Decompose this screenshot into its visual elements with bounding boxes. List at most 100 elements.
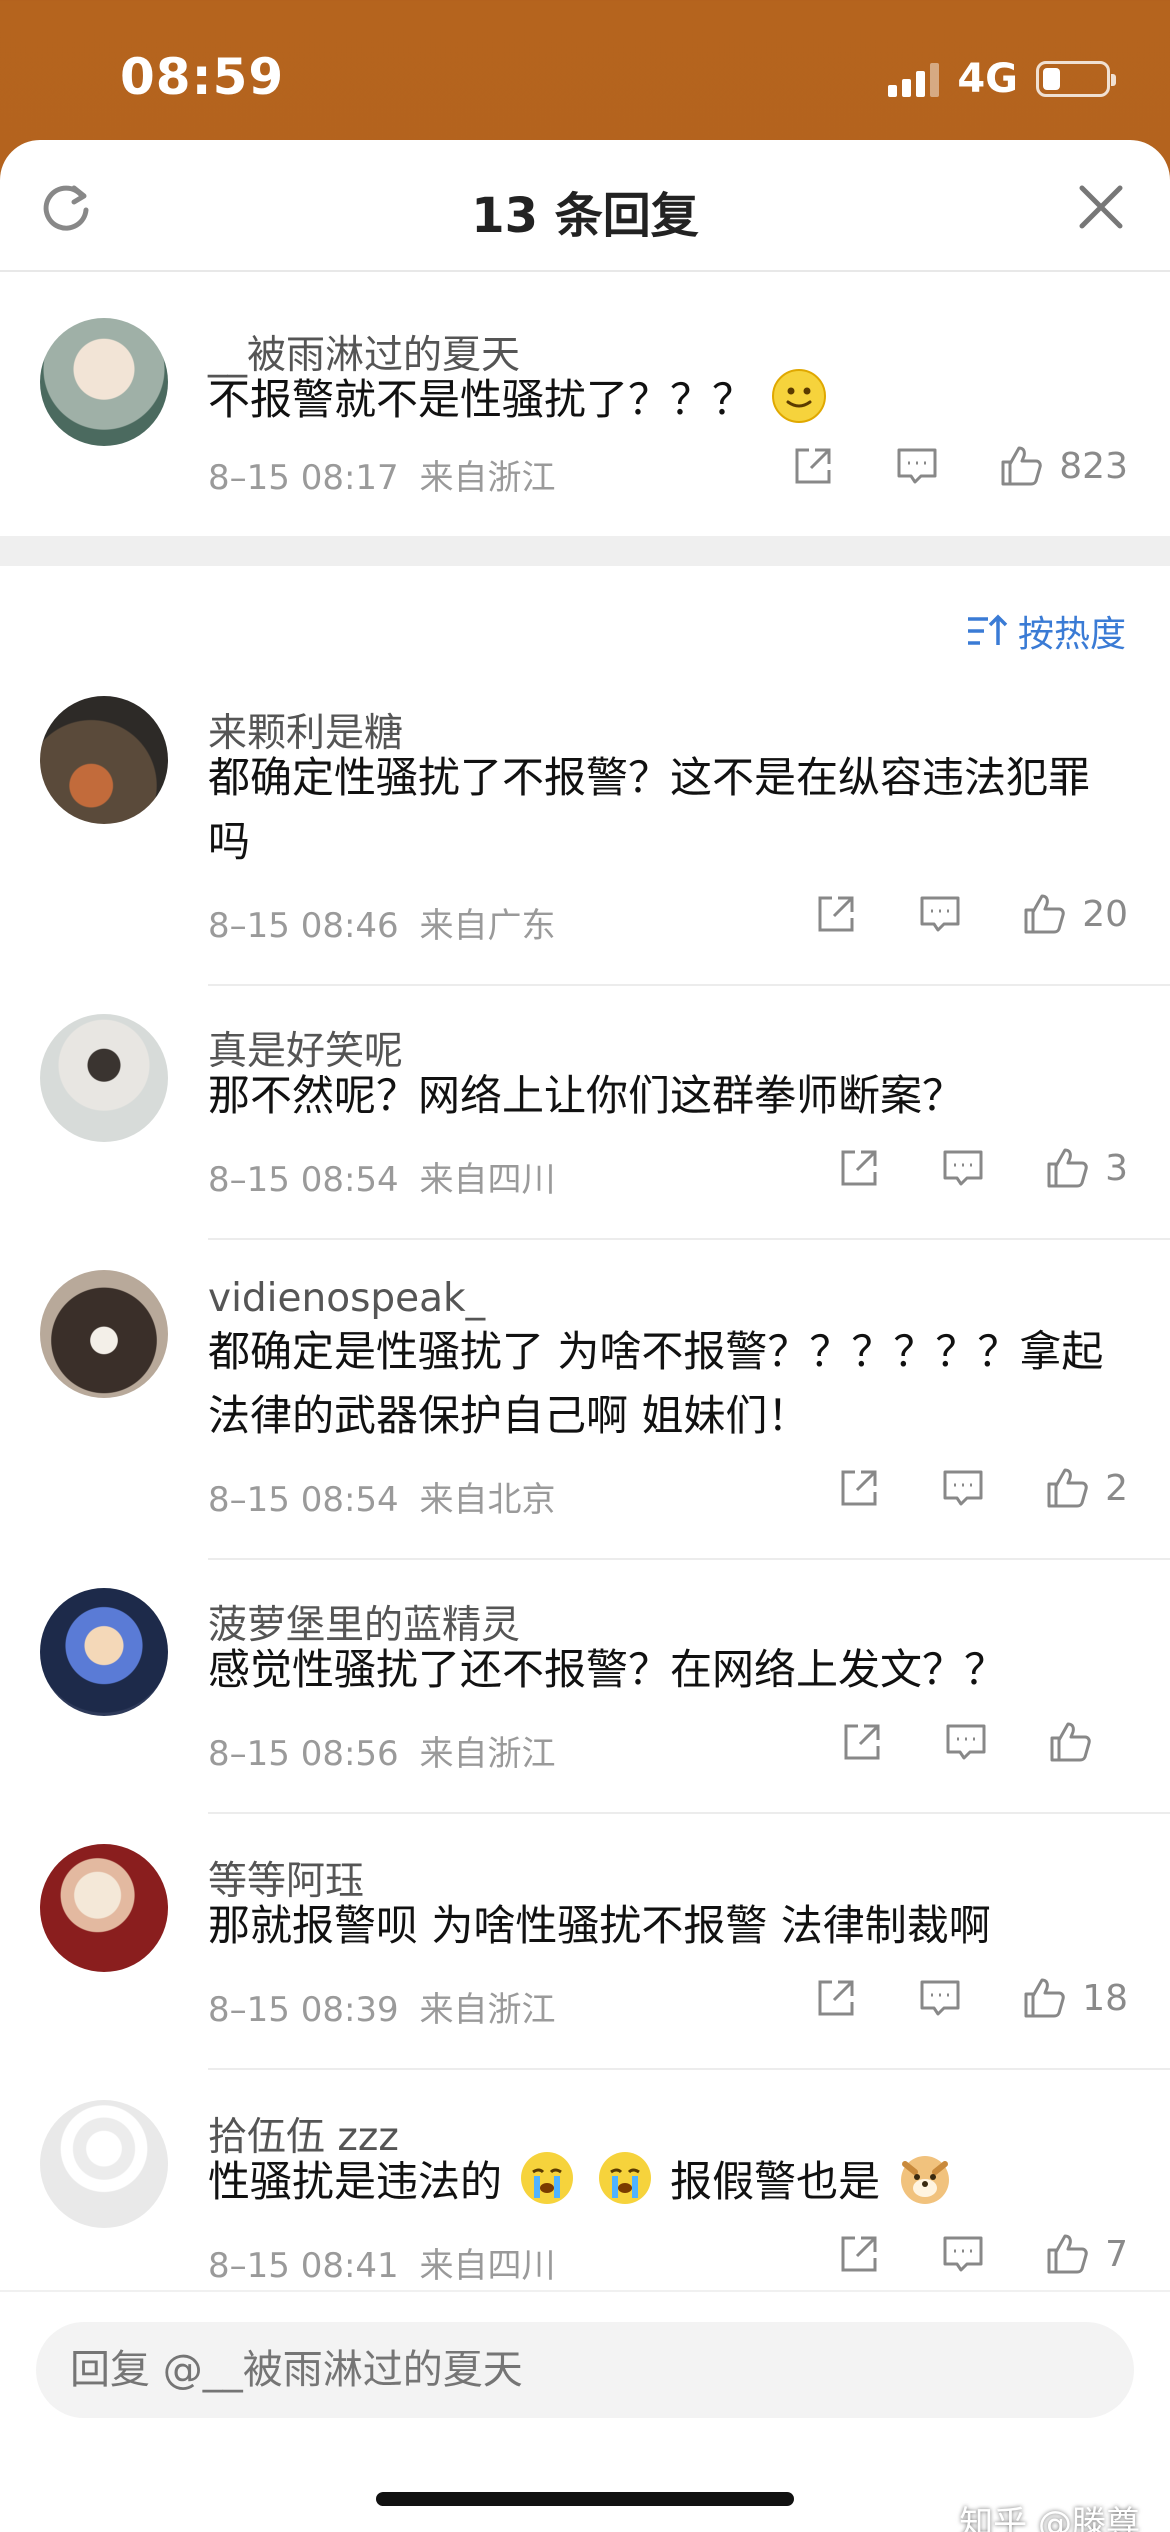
comment-meta: 8–15 08:41 来自四川 [208, 2238, 556, 2287]
sort-icon [967, 614, 1008, 645]
page-title: 13 条回复 [471, 188, 699, 244]
like-icon[interactable] [1043, 1464, 1091, 1512]
signal-icon [888, 61, 940, 97]
row-divider [208, 1812, 1170, 1814]
share-icon[interactable] [812, 890, 860, 938]
comment-text: 都确定是性骚扰了 为啥不报警？？？？？？拿起法律的武器保护自己啊 姐妹们！ [208, 1327, 1104, 1440]
sort-button[interactable]: 按热度 [966, 605, 1126, 657]
avatar[interactable] [40, 1270, 168, 1398]
share-icon[interactable] [835, 1144, 883, 1192]
comment-date: 8–15 08:46 [208, 906, 399, 946]
comment-actions: 20 [812, 890, 1128, 938]
like-count: 18 [1082, 1977, 1128, 2019]
comment-location: 来自浙江 [419, 1990, 556, 2030]
list-item[interactable]: 真是好笑呢 那不然呢？网络上让你们这群拳师断案？ 8–15 08:54 来自四川… [0, 1014, 1170, 1274]
top-comment[interactable]: __被雨淋过的夏天 不报警就不是性骚扰了？？？ 8–15 08:17 来自浙江 … [0, 272, 1170, 536]
home-indicator[interactable] [376, 2492, 794, 2506]
avatar[interactable] [40, 2100, 168, 2228]
like-count: 823 [1059, 445, 1128, 487]
comment-meta: 8–15 08:54 来自北京 [208, 1472, 556, 1521]
comment-text-part: 性骚扰是违法的 [208, 2157, 503, 2206]
share-icon[interactable] [835, 1464, 883, 1512]
like-icon[interactable] [997, 442, 1045, 490]
like-icon[interactable] [1046, 1718, 1094, 1766]
comment-meta: 8–15 08:54 来自四川 [208, 1152, 556, 1201]
comment-text: 那不然呢？网络上让你们这群拳师断案？ [208, 1071, 965, 1120]
comment-meta: 8–15 08:56 来自浙江 [208, 1726, 556, 1775]
comment-icon[interactable] [942, 1718, 990, 1766]
comment-location: 来自浙江 [419, 458, 556, 498]
comment-icon[interactable] [939, 1144, 987, 1192]
comment-actions: 823 [789, 442, 1128, 490]
avatar[interactable] [40, 318, 168, 446]
share-icon[interactable] [789, 442, 837, 490]
comment-icon[interactable] [939, 2230, 987, 2278]
list-item[interactable]: 菠萝堡里的蓝精灵 感觉性骚扰了还不报警？在网络上发文？？ 8–15 08:56 … [0, 1588, 1170, 1848]
row-divider [208, 984, 1170, 986]
commenter-name[interactable]: vidienospeak_ [208, 1276, 485, 1321]
like-count: 7 [1105, 2233, 1128, 2275]
comment-date: 8–15 08:54 [208, 1160, 399, 1200]
reply-input[interactable] [36, 2322, 1134, 2418]
network-label: 4G [957, 56, 1018, 102]
comment-date: 8–15 08:41 [208, 2246, 399, 2286]
comment-actions: 3 [835, 1144, 1128, 1192]
comment-text: 那就报警呗 为啥性骚扰不报警 法律制裁啊 [208, 1901, 991, 1950]
comment-date: 8–15 08:17 [208, 458, 399, 498]
comment-text-part: 报假警也是 [670, 2157, 881, 2206]
close-icon[interactable] [1076, 182, 1126, 232]
share-icon[interactable] [838, 1718, 886, 1766]
avatar[interactable] [40, 1588, 168, 1716]
list-item[interactable]: vidienospeak_ 都确定是性骚扰了 为啥不报警？？？？？？拿起法律的武… [0, 1270, 1170, 1590]
like-icon[interactable] [1020, 1974, 1068, 2022]
comment-icon[interactable] [939, 1464, 987, 1512]
row-divider [208, 1238, 1170, 1240]
comment-actions [838, 1718, 1128, 1766]
comment-date: 8–15 08:54 [208, 1480, 399, 1520]
like-count: 20 [1082, 893, 1128, 935]
like-icon[interactable] [1043, 2230, 1091, 2278]
comment-date: 8–15 08:56 [208, 1734, 399, 1774]
status-bar: 08:59 4G [0, 0, 1170, 150]
comment-text: 都确定性骚扰了不报警？这不是在纵容违法犯罪吗 [208, 753, 1091, 866]
crying-emoji-icon [521, 2152, 574, 2204]
row-divider [208, 2068, 1170, 2070]
like-icon[interactable] [1043, 1144, 1091, 1192]
comment-date: 8–15 08:39 [208, 1990, 399, 2030]
comment-actions: 7 [835, 2230, 1128, 2278]
list-item[interactable]: 来颗利是糖 都确定性骚扰了不报警？这不是在纵容违法犯罪吗 8–15 08:46 … [0, 696, 1170, 1026]
comment-icon[interactable] [916, 1974, 964, 2022]
comment-meta: 8–15 08:46 来自广东 [208, 898, 556, 947]
list-item[interactable]: 等等阿珏 那就报警呗 为啥性骚扰不报警 法律制裁啊 8–15 08:39 来自浙… [0, 1844, 1170, 2104]
sort-label: 按热度 [1017, 614, 1126, 655]
watermark: 知乎 @滕尊 [959, 2504, 1140, 2532]
comment-text: 不报警就不是性骚扰了？？？ [208, 368, 1110, 432]
comment-icon[interactable] [916, 890, 964, 938]
comment-actions: 2 [835, 1464, 1128, 1512]
share-icon[interactable] [812, 1974, 860, 2022]
row-divider [208, 1558, 1170, 1560]
comment-location: 来自四川 [419, 2246, 556, 2286]
like-count: 2 [1105, 1467, 1128, 1509]
comment-location: 来自浙江 [419, 1734, 556, 1774]
comment-meta: 8–15 08:39 来自浙江 [208, 1982, 556, 2031]
comment-location: 来自广东 [419, 906, 556, 946]
comment-text-body: 不报警就不是性骚扰了？？？ [208, 375, 755, 424]
avatar[interactable] [40, 696, 168, 824]
avatar[interactable] [40, 1014, 168, 1142]
comment-icon[interactable] [893, 442, 941, 490]
comment-location: 来自四川 [419, 1160, 556, 1200]
section-divider [0, 536, 1170, 566]
list-item[interactable]: 拾伍伍 zzz 性骚扰是违法的 报假警也是 8–15 08:41 来自四川 7 [0, 2100, 1170, 2290]
comment-location: 来自北京 [419, 1480, 556, 1520]
reply-sheet: 13 条回复 __被雨淋过的夏天 不报警就不是性骚扰了？？？ 8–15 08:1… [0, 140, 1170, 2532]
comment-actions: 18 [812, 1974, 1128, 2022]
comment-meta: 8–15 08:17 来自浙江 [208, 450, 556, 499]
share-icon[interactable] [835, 2230, 883, 2278]
status-time: 08:59 [120, 48, 285, 106]
avatar[interactable] [40, 1844, 168, 1972]
like-count: 3 [1105, 1147, 1128, 1189]
crying-emoji-icon [598, 2152, 651, 2204]
like-icon[interactable] [1020, 890, 1068, 938]
battery-icon [1036, 61, 1116, 97]
